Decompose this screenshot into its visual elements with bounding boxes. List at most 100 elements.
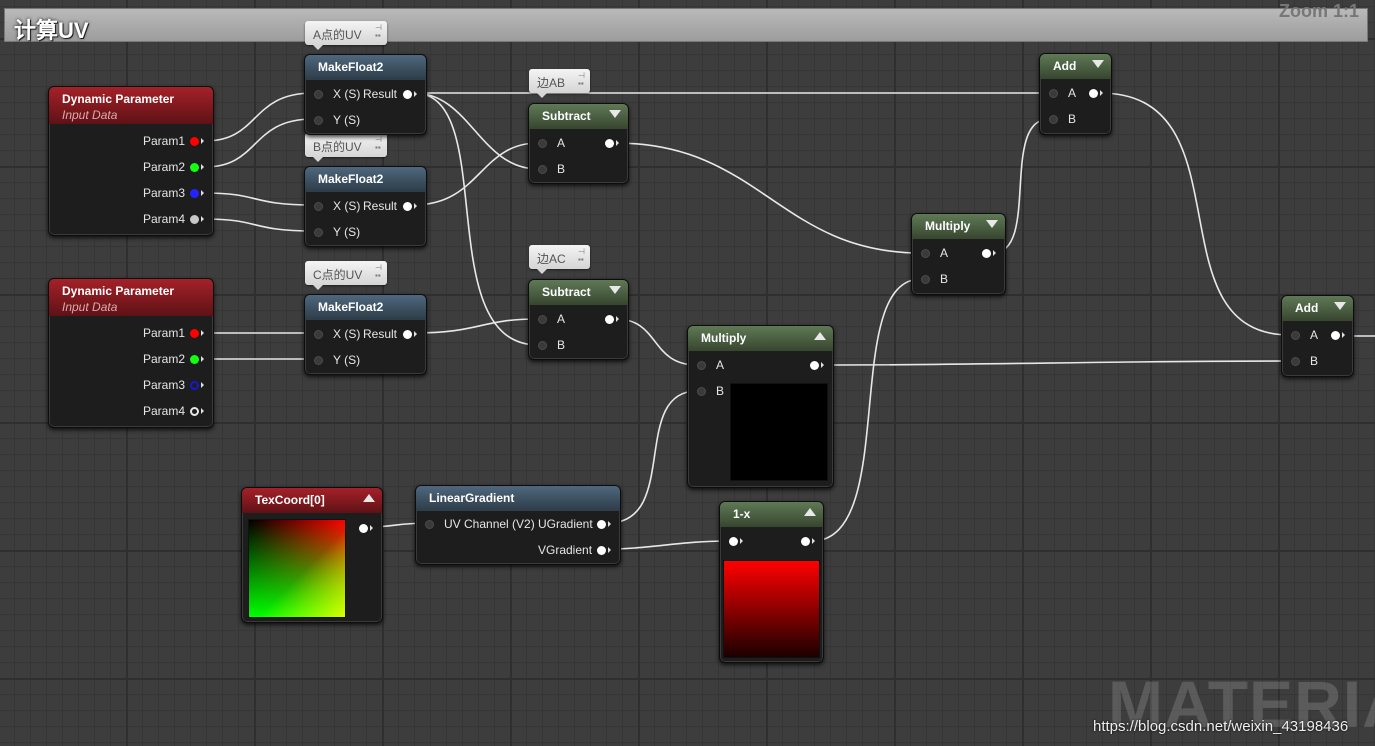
- input-pin-x[interactable]: [314, 90, 323, 99]
- input-pin-x[interactable]: [314, 202, 323, 211]
- pin-icon[interactable]: ⊣ ▪▪: [578, 72, 585, 88]
- output-pin[interactable]: [982, 249, 991, 258]
- node-subtract-ac[interactable]: Subtract A B: [528, 279, 629, 360]
- comment-bubble-c-uv[interactable]: C点的UV ⊣ ▪▪: [305, 261, 387, 290]
- input-pin-y[interactable]: [314, 356, 323, 365]
- pin-label-a: A: [557, 136, 566, 150]
- input-pin-a[interactable]: [538, 139, 547, 148]
- node-header[interactable]: Dynamic Parameter Input Data: [49, 279, 213, 316]
- input-pin-b[interactable]: [538, 341, 547, 350]
- node-header[interactable]: Dynamic Parameter Input Data: [49, 87, 213, 124]
- input-pin-y[interactable]: [314, 116, 323, 125]
- comment-bubble-edge-ab[interactable]: 边AB ⊣ ▪▪: [529, 69, 590, 98]
- input-pin[interactable]: [729, 537, 738, 546]
- node-dynamic-parameter-1[interactable]: Dynamic Parameter Input Data Param1 Para…: [48, 86, 214, 236]
- node-linear-gradient[interactable]: LinearGradient UV Channel (V2) UGradient…: [415, 485, 621, 565]
- expand-preview-arrow-icon[interactable]: [814, 332, 826, 340]
- input-pin-y[interactable]: [314, 228, 323, 237]
- input-pin-b[interactable]: [921, 275, 930, 284]
- collapse-arrow-icon[interactable]: [986, 220, 998, 228]
- output-pin-param4[interactable]: [190, 407, 199, 416]
- node-title: Multiply: [701, 331, 747, 345]
- output-pin[interactable]: [801, 537, 810, 546]
- pin-label-param4: Param4: [142, 212, 185, 226]
- output-pin-param2[interactable]: [190, 355, 199, 364]
- output-pin[interactable]: [1089, 89, 1098, 98]
- input-pin-a[interactable]: [697, 361, 706, 370]
- node-makefloat2-b[interactable]: MakeFloat2 X (S) Result Y (S): [304, 166, 427, 247]
- node-multiply-2[interactable]: Multiply A B: [687, 325, 834, 488]
- input-pin-x[interactable]: [314, 330, 323, 339]
- collapse-arrow-icon[interactable]: [1334, 302, 1346, 310]
- output-pin-param1[interactable]: [190, 329, 199, 338]
- output-pin-result[interactable]: [403, 330, 412, 339]
- pin-icon[interactable]: ⊣ ▪▪: [375, 264, 382, 280]
- node-subtract-ab[interactable]: Subtract A B: [528, 103, 629, 184]
- comment-box-header[interactable]: 计算UV Zoom 1:1: [4, 1, 1368, 43]
- input-pin-uv-channel[interactable]: [425, 520, 434, 529]
- input-pin-a[interactable]: [538, 315, 547, 324]
- pin-arrow-icon: [1100, 90, 1103, 96]
- output-pin-param1[interactable]: [190, 137, 199, 146]
- collapse-arrow-icon[interactable]: [609, 110, 621, 118]
- pin-arrow-icon: [1342, 332, 1345, 338]
- node-multiply-1[interactable]: Multiply A B: [911, 213, 1006, 295]
- node-header[interactable]: Multiply: [912, 214, 1005, 239]
- input-pin-a[interactable]: [1291, 331, 1300, 340]
- pin-icon[interactable]: ⊣ ▪▪: [375, 136, 382, 152]
- output-pin[interactable]: [1331, 331, 1340, 340]
- node-header[interactable]: LinearGradient: [416, 486, 620, 511]
- comment-bubble-a-uv[interactable]: A点的UV ⊣ ▪▪: [305, 21, 387, 50]
- collapse-arrow-icon[interactable]: [609, 286, 621, 294]
- expand-preview-arrow-icon[interactable]: [804, 508, 816, 516]
- output-pin[interactable]: [810, 361, 819, 370]
- output-pin-param3[interactable]: [190, 381, 199, 390]
- node-header[interactable]: MakeFloat2: [305, 167, 426, 192]
- material-graph-canvas[interactable]: 计算UV Zoom 1:1 A点的UV ⊣ ▪▪ B点的UV ⊣ ▪▪ C点的U…: [0, 0, 1375, 746]
- comment-bubble-edge-ac[interactable]: 边AC ⊣ ▪▪: [529, 245, 590, 274]
- node-texcoord[interactable]: TexCoord[0]: [241, 487, 383, 623]
- output-pin-param3[interactable]: [190, 189, 199, 198]
- pin-icon[interactable]: ⊣ ▪▪: [578, 248, 585, 264]
- input-pin-a[interactable]: [921, 249, 930, 258]
- collapse-arrow-icon[interactable]: [1092, 60, 1104, 68]
- output-pin-result[interactable]: [403, 202, 412, 211]
- node-makefloat2-c[interactable]: MakeFloat2 X (S) Result Y (S): [304, 294, 427, 375]
- input-pin-b[interactable]: [1049, 115, 1058, 124]
- pin-arrow-icon: [201, 164, 204, 170]
- pin-icon[interactable]: ⊣ ▪▪: [375, 24, 382, 40]
- node-header[interactable]: MakeFloat2: [305, 295, 426, 320]
- node-header[interactable]: 1-x: [720, 502, 823, 527]
- pin-label-a: A: [557, 312, 566, 326]
- node-dynamic-parameter-2[interactable]: Dynamic Parameter Input Data Param1 Para…: [48, 278, 214, 428]
- input-pin-a[interactable]: [1049, 89, 1058, 98]
- node-header[interactable]: Add: [1282, 296, 1353, 321]
- node-header[interactable]: TexCoord[0]: [242, 488, 382, 513]
- node-header[interactable]: Subtract: [529, 280, 628, 305]
- output-pin[interactable]: [605, 315, 614, 324]
- output-pin[interactable]: [359, 524, 368, 533]
- node-one-minus[interactable]: 1-x: [719, 501, 824, 663]
- input-pin-b[interactable]: [538, 165, 547, 174]
- pin-arrow-icon: [201, 330, 204, 336]
- pin-arrow-icon: [414, 203, 417, 209]
- node-header[interactable]: Multiply: [688, 326, 833, 351]
- node-makefloat2-a[interactable]: MakeFloat2 X (S) Result Y (S): [304, 54, 427, 135]
- output-pin-result[interactable]: [403, 90, 412, 99]
- input-pin-b[interactable]: [1291, 357, 1300, 366]
- output-pin-param2[interactable]: [190, 163, 199, 172]
- node-add-2[interactable]: Add A B: [1281, 295, 1354, 377]
- pin-label-vgradient: VGradient: [538, 543, 593, 557]
- output-pin-vgradient[interactable]: [597, 546, 606, 555]
- node-header[interactable]: Subtract: [529, 104, 628, 129]
- node-header[interactable]: MakeFloat2: [305, 55, 426, 80]
- expand-preview-arrow-icon[interactable]: [363, 494, 375, 502]
- comment-bubble-b-uv[interactable]: B点的UV ⊣ ▪▪: [305, 133, 387, 162]
- output-pin-param4[interactable]: [190, 215, 199, 224]
- output-pin-ugradient[interactable]: [597, 520, 606, 529]
- wire-add1-to-add2-a: [1099, 92, 1291, 336]
- input-pin-b[interactable]: [697, 387, 706, 396]
- output-pin[interactable]: [605, 139, 614, 148]
- node-header[interactable]: Add: [1040, 54, 1111, 79]
- node-add-1[interactable]: Add A B: [1039, 53, 1112, 135]
